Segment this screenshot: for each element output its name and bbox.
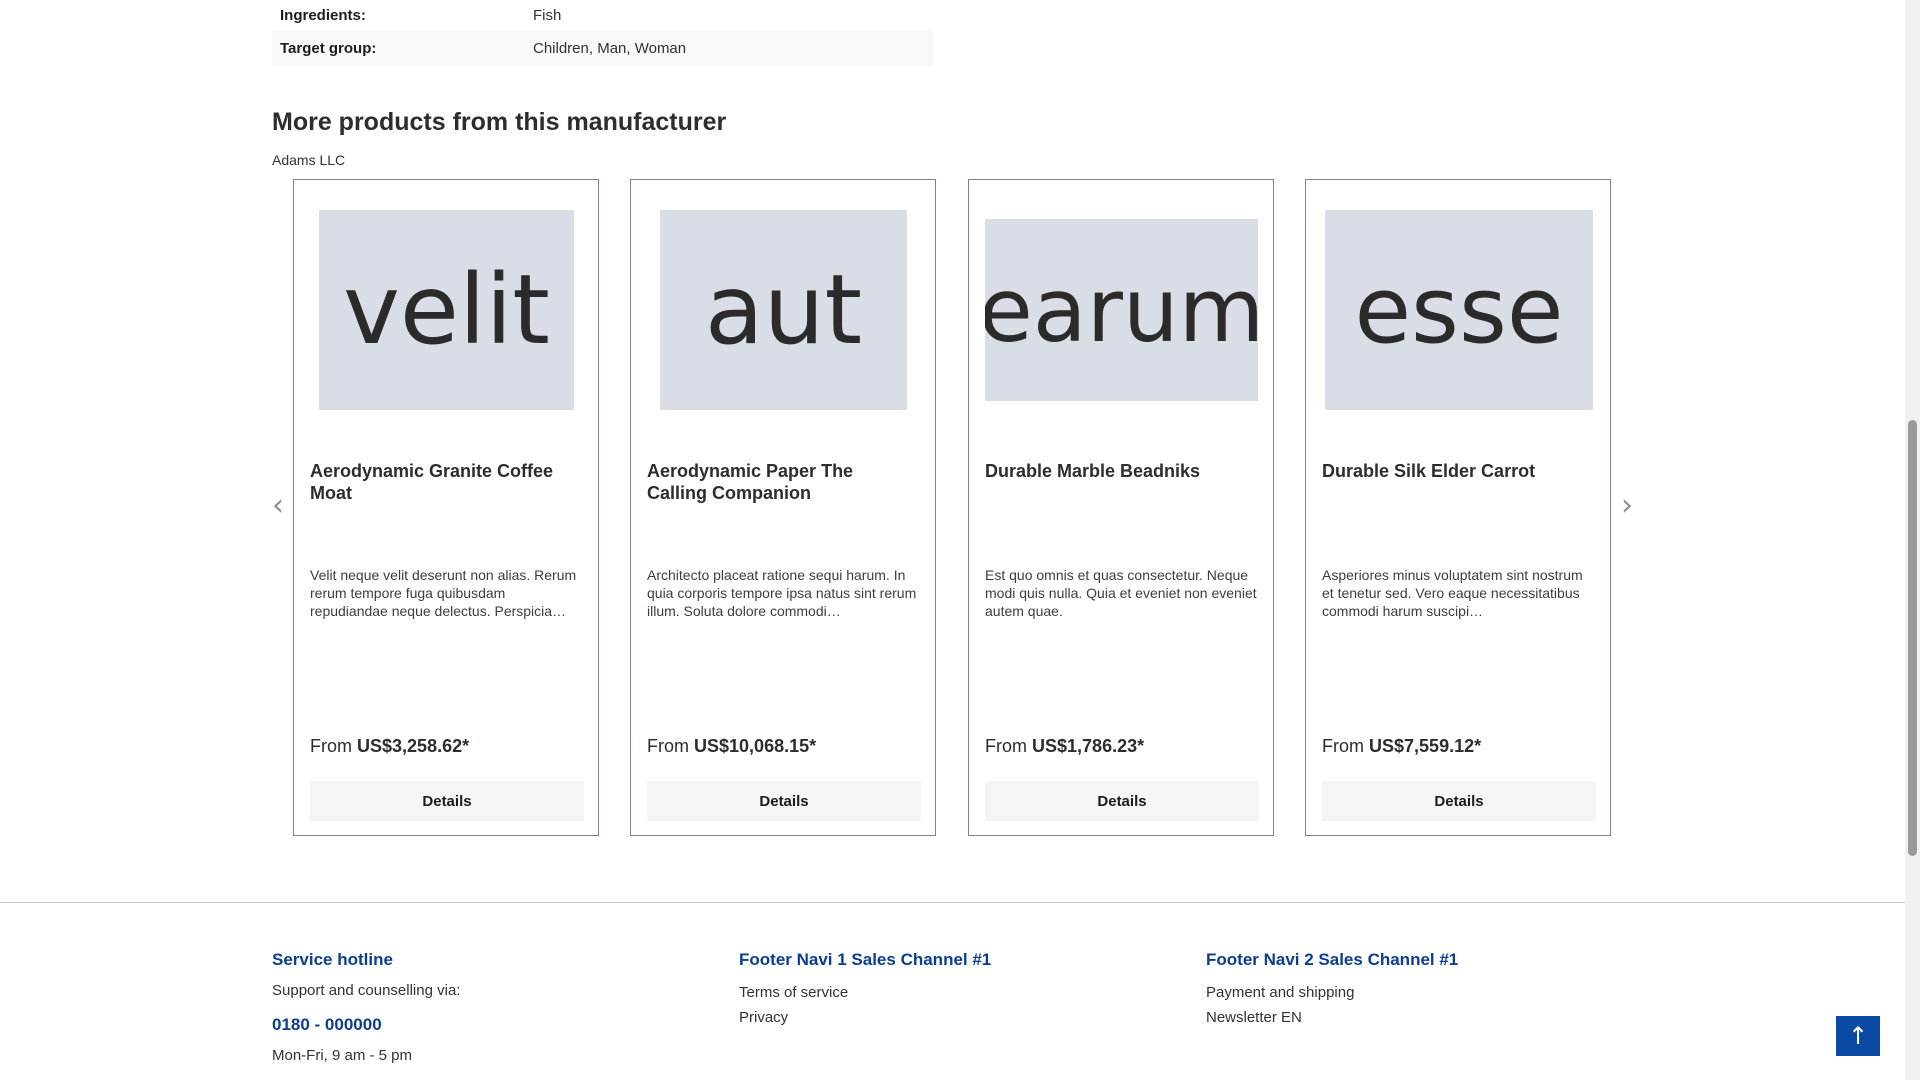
price-value: US$1,786.23* xyxy=(1032,736,1145,756)
footer-link-payment-shipping[interactable]: Payment and shipping xyxy=(1206,980,1458,1005)
footer-link-terms[interactable]: Terms of service xyxy=(739,980,991,1005)
product-image[interactable]: earum xyxy=(985,219,1258,401)
section-title: More products from this manufacturer xyxy=(272,108,727,136)
product-name[interactable]: Durable Marble Beadniks xyxy=(985,460,1255,482)
property-value: Fish xyxy=(533,6,562,24)
price-prefix: From xyxy=(985,736,1027,756)
footer-heading: Service hotline xyxy=(272,950,393,969)
product-card: esse Durable Silk Elder Carrot Asperiore… xyxy=(1305,179,1611,836)
arrow-up-icon[interactable]: ↑ xyxy=(1836,1016,1880,1056)
hotline-phone[interactable]: 0180 - 000000 xyxy=(272,1015,460,1035)
price-prefix: From xyxy=(1322,736,1364,756)
price-value: US$3,258.62* xyxy=(357,736,470,756)
details-button[interactable]: Details xyxy=(1322,781,1596,821)
product-name[interactable]: Aerodynamic Paper The Calling Companion xyxy=(647,460,917,504)
properties-table: Ingredients: Fish Target group: Children… xyxy=(272,0,933,67)
chevron-left-icon[interactable]: ‹ xyxy=(266,491,290,521)
footer-navi1-column: Footer Navi 1 Sales Channel #1 Terms of … xyxy=(739,950,991,1030)
product-price: From US$1,786.23* xyxy=(985,736,1144,757)
details-button[interactable]: Details xyxy=(647,781,921,821)
price-value: US$7,559.12* xyxy=(1369,736,1482,756)
product-price: From US$7,559.12* xyxy=(1322,736,1481,757)
product-price: From US$3,258.62* xyxy=(310,736,469,757)
property-label: Ingredients: xyxy=(280,6,366,24)
product-card: velit Aerodynamic Granite Coffee Moat Ve… xyxy=(293,179,599,836)
footer-link-privacy[interactable]: Privacy xyxy=(739,1005,991,1030)
product-image[interactable]: velit xyxy=(319,210,574,410)
product-card: aut Aerodynamic Paper The Calling Compan… xyxy=(630,179,936,836)
footer-navi2-column: Footer Navi 2 Sales Channel #1 Payment a… xyxy=(1206,950,1458,1030)
footer-service-column: Service hotline Support and counselling … xyxy=(272,950,460,1064)
product-image[interactable]: esse xyxy=(1325,210,1593,410)
price-prefix: From xyxy=(647,736,689,756)
product-price: From US$10,068.15* xyxy=(647,736,816,757)
footer-link-newsletter[interactable]: Newsletter EN xyxy=(1206,1005,1458,1030)
property-row-ingredients: Ingredients: Fish xyxy=(272,0,933,30)
price-prefix: From xyxy=(310,736,352,756)
product-name[interactable]: Aerodynamic Granite Coffee Moat xyxy=(310,460,580,504)
details-button[interactable]: Details xyxy=(985,781,1259,821)
footer-divider xyxy=(0,902,1905,903)
scrollbar[interactable] xyxy=(1905,0,1920,1080)
service-text: Support and counselling via: xyxy=(272,982,461,999)
footer-heading: Footer Navi 1 Sales Channel #1 xyxy=(739,950,992,969)
scrollbar-thumb[interactable] xyxy=(1908,420,1917,856)
product-name[interactable]: Durable Silk Elder Carrot xyxy=(1322,460,1592,482)
product-description: Est quo omnis et quas consectetur. Neque… xyxy=(985,567,1257,619)
property-row-target-group: Target group: Children, Man, Woman xyxy=(272,30,933,67)
service-hours: Mon-Fri, 9 am - 5 pm xyxy=(272,1047,413,1064)
price-value: US$10,068.15* xyxy=(694,736,817,756)
footer-heading: Footer Navi 2 Sales Channel #1 xyxy=(1206,950,1459,969)
property-label: Target group: xyxy=(280,40,377,57)
product-description: Asperiores minus voluptatem sint nostrum… xyxy=(1322,567,1583,619)
product-description: Architecto placeat ratione sequi harum. … xyxy=(647,567,917,619)
chevron-right-icon[interactable]: › xyxy=(1615,491,1639,521)
product-description: Velit neque velit deserunt non alias. Re… xyxy=(310,567,577,619)
manufacturer-name: Adams LLC xyxy=(272,152,346,168)
property-value: Children, Man, Woman xyxy=(533,40,687,57)
product-image[interactable]: aut xyxy=(660,210,907,410)
product-card: earum Durable Marble Beadniks Est quo om… xyxy=(968,179,1274,836)
details-button[interactable]: Details xyxy=(310,781,584,821)
